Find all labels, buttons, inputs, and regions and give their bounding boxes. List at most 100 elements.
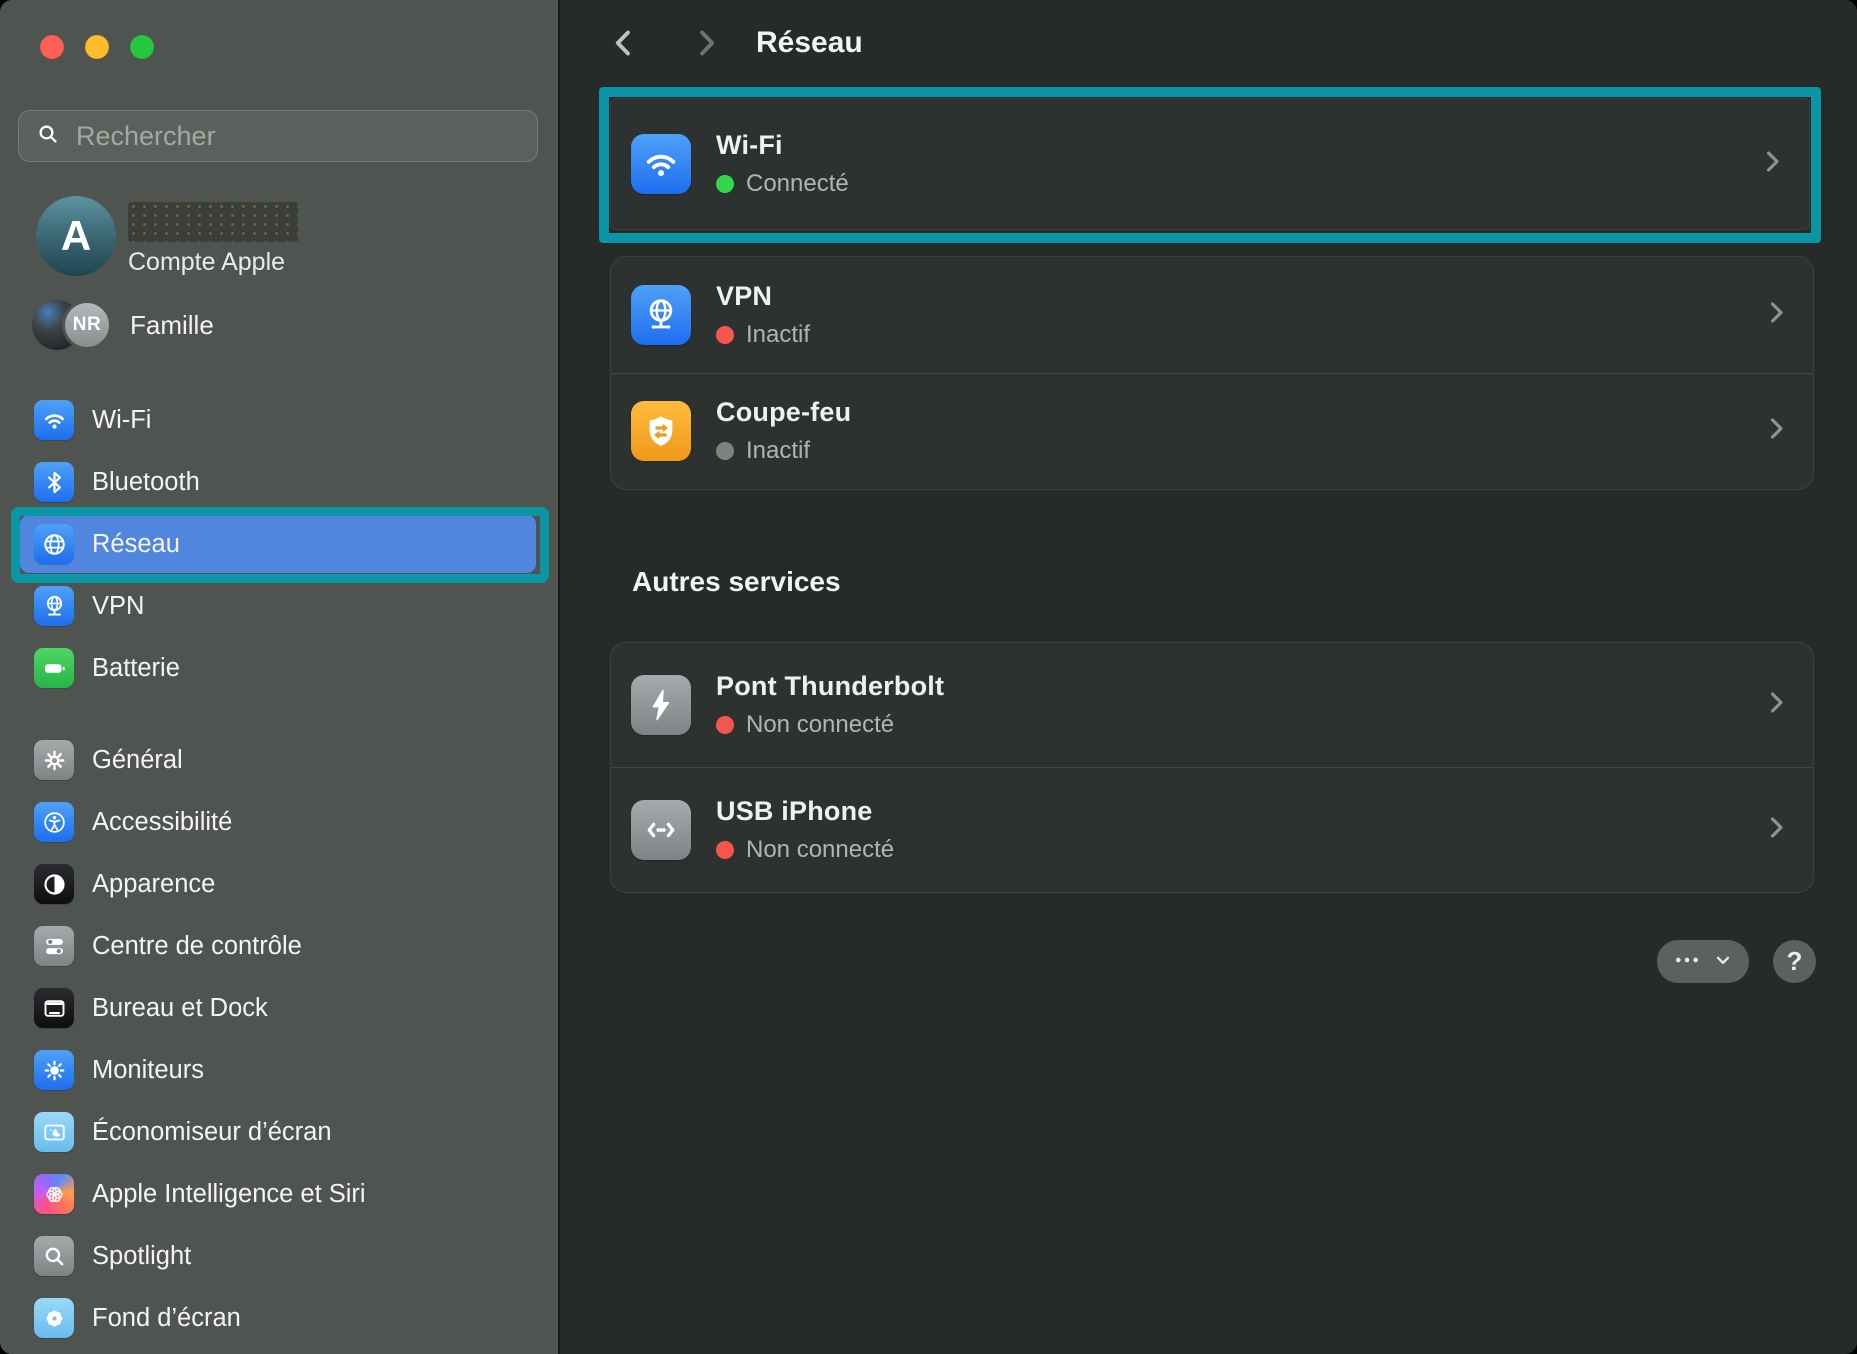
sidebar-item-apple-intelligence-et-siri[interactable]: Apple Intelligence et Siri bbox=[20, 1165, 536, 1223]
sidebar-item-vpn[interactable]: VPN bbox=[20, 577, 536, 635]
sidebar-item-economiseur-d-ecran[interactable]: Économiseur d’écran bbox=[20, 1103, 536, 1161]
status-dot bbox=[716, 442, 734, 460]
sidebar-item-label: Centre de contrôle bbox=[92, 932, 302, 961]
flower-icon bbox=[34, 1298, 74, 1338]
wifi-icon bbox=[34, 400, 74, 440]
bluetooth-icon bbox=[34, 462, 74, 502]
row-text: USB iPhoneNon connecté bbox=[716, 796, 894, 864]
sidebar: A Compte Apple NR Famille Wi-FiBluetooth… bbox=[0, 0, 560, 1354]
status-label: Inactif bbox=[746, 321, 810, 349]
sidebar-item-moniteurs[interactable]: Moniteurs bbox=[20, 1041, 536, 1099]
chevron-right-icon bbox=[1761, 297, 1791, 332]
sidebar-item-label: Économiseur d’écran bbox=[92, 1118, 332, 1147]
row-title: Pont Thunderbolt bbox=[716, 671, 944, 702]
vpn-firewall-card: VPN Inactif Coupe-feu Inactif bbox=[610, 256, 1814, 490]
system-settings-window: A Compte Apple NR Famille Wi-FiBluetooth… bbox=[0, 0, 1857, 1354]
back-button[interactable] bbox=[604, 22, 644, 66]
ellipsis-icon bbox=[1671, 944, 1703, 979]
chevron-right-icon bbox=[1761, 813, 1791, 848]
sidebar-item-label: Réseau bbox=[92, 530, 180, 559]
sidebar-item-label: Accessibilité bbox=[92, 808, 232, 837]
sidebar-item-apparence[interactable]: Apparence bbox=[20, 855, 536, 913]
row-status: Connecté bbox=[716, 170, 849, 198]
row-status: Inactif bbox=[716, 437, 851, 465]
network-row-usb-iphone[interactable]: USB iPhoneNon connecté bbox=[611, 767, 1813, 892]
globe-stand-icon bbox=[34, 586, 74, 626]
row-title: Wi-Fi bbox=[716, 130, 849, 161]
gear-icon bbox=[34, 740, 74, 780]
sidebar-item-label: Général bbox=[92, 746, 183, 775]
status-dot bbox=[716, 716, 734, 734]
sidebar-item-bureau-et-dock[interactable]: Bureau et Dock bbox=[20, 979, 536, 1037]
sidebar-item-fond-d-ecran[interactable]: Fond d’écran bbox=[20, 1289, 536, 1347]
contrast-icon bbox=[34, 864, 74, 904]
sidebar-item-bluetooth[interactable]: Bluetooth bbox=[20, 453, 536, 511]
sidebar-item-label: Wi-Fi bbox=[92, 406, 151, 435]
sidebar-item-label: Spotlight bbox=[92, 1242, 191, 1271]
sidebar-item-reseau[interactable]: Réseau bbox=[20, 515, 536, 573]
row-status: Inactif bbox=[716, 321, 810, 349]
row-text: Wi-Fi Connecté bbox=[716, 130, 849, 198]
sidebar-nav: Wi-Fi Bluetooth Réseau VPN Batterie Général Ac… bbox=[0, 0, 558, 1354]
other-services-heading: Autres services bbox=[632, 566, 841, 598]
row-title: Coupe-feu bbox=[716, 397, 851, 428]
sidebar-item-spotlight[interactable]: Spotlight bbox=[20, 1227, 536, 1285]
row-text: Pont Thunderbolt Non connecté bbox=[716, 671, 944, 739]
row-status: Non connecté bbox=[716, 711, 944, 739]
status-dot bbox=[716, 841, 734, 859]
status-label: Connecté bbox=[746, 170, 849, 198]
more-options-button[interactable] bbox=[1657, 940, 1749, 983]
sidebar-item-label: Moniteurs bbox=[92, 1056, 204, 1085]
row-status: Non connecté bbox=[716, 836, 894, 864]
sidebar-item-label: VPN bbox=[92, 592, 144, 621]
row-text: Coupe-feu Inactif bbox=[716, 397, 851, 465]
chevron-right-icon bbox=[689, 26, 723, 63]
shield-arrows-icon bbox=[631, 401, 691, 461]
chevron-right-icon bbox=[1757, 147, 1787, 182]
chevron-right-icon bbox=[1761, 414, 1791, 449]
row-text: VPN Inactif bbox=[716, 281, 810, 349]
network-row-vpn[interactable]: VPN Inactif bbox=[611, 257, 1813, 373]
screensaver-icon bbox=[34, 1112, 74, 1152]
wifi-card: Wi-Fi Connecté bbox=[610, 98, 1810, 230]
accessibility-icon bbox=[34, 802, 74, 842]
chevron-left-icon bbox=[607, 26, 641, 63]
desktop-icon bbox=[34, 988, 74, 1028]
status-dot bbox=[716, 326, 734, 344]
other-services-card: Pont ThunderboltNon connectéUSB iPhoneNo… bbox=[610, 642, 1814, 893]
network-row-coupe-feu[interactable]: Coupe-feu Inactif bbox=[611, 373, 1813, 490]
sidebar-item-label: Apparence bbox=[92, 870, 215, 899]
usb-icon bbox=[631, 800, 691, 860]
magnifier-icon bbox=[34, 1236, 74, 1276]
sidebar-item-label: Bluetooth bbox=[92, 468, 200, 497]
annotation-highlight-wifi: Wi-Fi Connecté bbox=[599, 87, 1821, 243]
status-label: Inactif bbox=[746, 437, 810, 465]
chevron-down-icon bbox=[1711, 948, 1735, 975]
wifi-icon bbox=[631, 134, 691, 194]
network-row-wi-fi[interactable]: Wi-Fi Connecté bbox=[611, 99, 1809, 229]
sidebar-item-centre-de-controle[interactable]: Centre de contrôle bbox=[20, 917, 536, 975]
globe-stand-icon bbox=[631, 285, 691, 345]
toggles-icon bbox=[34, 926, 74, 966]
status-dot bbox=[716, 175, 734, 193]
network-row-pont-thunderbolt[interactable]: Pont Thunderbolt Non connecté bbox=[611, 643, 1813, 767]
battery-icon bbox=[34, 648, 74, 688]
siri-icon bbox=[34, 1174, 74, 1214]
sidebar-item-label: Fond d’écran bbox=[92, 1304, 241, 1333]
page-title: Réseau bbox=[756, 26, 863, 60]
sidebar-item-accessibilite[interactable]: Accessibilité bbox=[20, 793, 536, 851]
sidebar-item-batterie[interactable]: Batterie bbox=[20, 639, 536, 697]
sun-icon bbox=[34, 1050, 74, 1090]
row-title: VPN bbox=[716, 281, 810, 312]
sidebar-item-wi-fi[interactable]: Wi-Fi bbox=[20, 391, 536, 449]
sidebar-item-label: Apple Intelligence et Siri bbox=[92, 1180, 366, 1209]
sidebar-item-general[interactable]: Général bbox=[20, 731, 536, 789]
sidebar-item-label: Batterie bbox=[92, 654, 180, 683]
network-pane: Réseau Wi-FiConnecté VPNInactifCoupe-feu… bbox=[562, 0, 1857, 1354]
globe-icon bbox=[34, 524, 74, 564]
forward-button[interactable] bbox=[686, 22, 726, 66]
status-label: Non connecté bbox=[746, 711, 894, 739]
status-label: Non connecté bbox=[746, 836, 894, 864]
chevron-right-icon bbox=[1761, 688, 1791, 723]
help-button[interactable]: ? bbox=[1773, 940, 1816, 983]
